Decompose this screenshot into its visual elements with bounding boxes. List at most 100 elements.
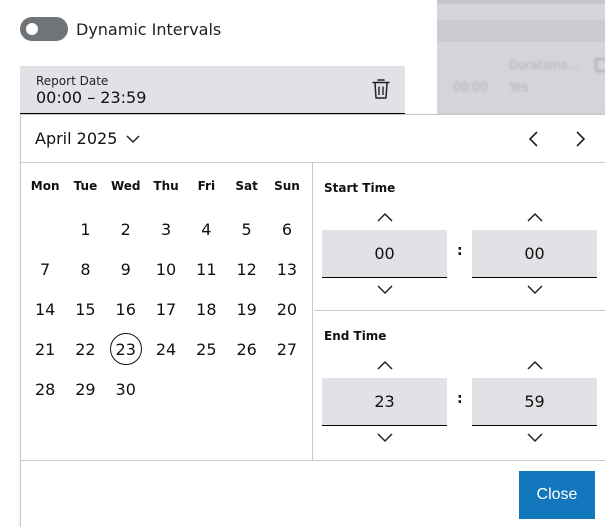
day-cell[interactable]: 3 xyxy=(146,209,186,249)
day-number: 23 xyxy=(109,333,142,365)
day-number: 17 xyxy=(155,299,177,319)
day-number: 15 xyxy=(75,299,96,319)
day-number: 7 xyxy=(40,259,51,279)
end-time-title: End Time xyxy=(324,329,387,343)
day-cell[interactable]: 1 xyxy=(65,209,105,249)
chevron-up-icon[interactable] xyxy=(376,211,394,223)
dynamic-intervals-label: Dynamic Intervals xyxy=(76,19,222,39)
day-cell[interactable]: 12 xyxy=(226,249,266,289)
day-number: 24 xyxy=(155,339,177,359)
chevron-down-icon[interactable] xyxy=(526,284,544,296)
day-number: 5 xyxy=(241,219,252,239)
trash-icon[interactable] xyxy=(371,78,391,100)
day-cell[interactable]: 18 xyxy=(186,289,226,329)
day-cell[interactable]: 15 xyxy=(65,289,105,329)
day-cell[interactable]: 4 xyxy=(186,209,226,249)
chevron-up-icon[interactable] xyxy=(526,211,544,223)
end-time-separator: : xyxy=(457,391,463,407)
picker-footer: Close xyxy=(21,460,605,527)
start-time-separator: : xyxy=(457,243,463,259)
day-number: 30 xyxy=(115,379,136,399)
day-number: 6 xyxy=(281,219,293,239)
weekday-label: Tue xyxy=(73,179,98,193)
date-time-picker: April 2025 Mon Tue Wed Thu Fri Sat Sun 1234567… xyxy=(20,114,605,527)
day-cell[interactable]: 11 xyxy=(186,249,226,289)
day-number: 29 xyxy=(75,379,96,399)
report-date-label: Report Date xyxy=(36,74,109,88)
dynamic-intervals-toggle[interactable] xyxy=(20,17,68,41)
day-cell[interactable]: 10 xyxy=(146,249,186,289)
day-cell[interactable]: 21 xyxy=(25,329,65,369)
day-number: 11 xyxy=(196,259,217,279)
background-cell-value: Yes xyxy=(509,80,529,94)
day-cell[interactable]: 19 xyxy=(226,289,266,329)
day-grid: 1 2 3 4 5 6 7 8 9 10 11 12 13 14 15 16 17 18 19 20 21 22 23 24 2… xyxy=(25,209,307,409)
day-number: 3 xyxy=(160,219,172,239)
start-time-title: Start Time xyxy=(324,181,396,195)
day-number: 10 xyxy=(155,259,177,279)
chevron-right-icon xyxy=(576,131,586,147)
day-cell[interactable]: 26 xyxy=(226,329,266,369)
day-number: 25 xyxy=(196,339,217,359)
day-cell[interactable]: 16 xyxy=(106,289,146,329)
weekday-header: Mon Tue Wed Thu Fri Sat Sun xyxy=(25,179,307,197)
day-cell[interactable]: 13 xyxy=(267,249,307,289)
background-page: Durations... 00:00 Yes xyxy=(437,0,605,115)
day-number: 18 xyxy=(196,299,217,319)
day-number: 9 xyxy=(120,259,131,279)
next-month-button[interactable] xyxy=(569,127,593,151)
day-cell[interactable]: 28 xyxy=(25,369,65,409)
day-number: 20 xyxy=(276,299,298,319)
day-cell[interactable]: 2 xyxy=(106,209,146,249)
day-cell[interactable]: 7 xyxy=(25,249,65,289)
background-column-header: Durations... xyxy=(509,58,579,72)
end-minute-field[interactable]: 59 xyxy=(472,378,597,426)
day-cell[interactable]: 5 xyxy=(226,209,266,249)
start-minute-field[interactable]: 00 xyxy=(472,230,597,278)
background-cell-time: 00:00 xyxy=(453,80,488,94)
chevron-down-icon[interactable] xyxy=(526,432,544,444)
day-number: 1 xyxy=(80,219,91,239)
chevron-up-icon[interactable] xyxy=(526,359,544,371)
day-cell[interactable]: 22 xyxy=(65,329,105,369)
day-number: 26 xyxy=(236,339,257,359)
day-cell[interactable]: 14 xyxy=(25,289,65,329)
chevron-down-icon[interactable] xyxy=(376,432,394,444)
day-cell[interactable]: 25 xyxy=(186,329,226,369)
chevron-left-icon xyxy=(528,131,538,147)
previous-month-button[interactable] xyxy=(521,127,545,151)
day-cell-today[interactable]: 23 xyxy=(106,329,146,369)
day-number: 8 xyxy=(80,259,91,279)
start-hour-field[interactable]: 00 xyxy=(322,230,447,278)
day-cell[interactable]: 17 xyxy=(146,289,186,329)
weekday-label: Wed xyxy=(110,179,141,193)
end-time-block: End Time 23 : 59 xyxy=(314,311,605,460)
day-cell[interactable]: 20 xyxy=(267,289,307,329)
day-number: 2 xyxy=(120,219,131,239)
day-cell[interactable]: 6 xyxy=(267,209,307,249)
close-button[interactable]: Close xyxy=(519,471,595,519)
day-cell[interactable]: 27 xyxy=(267,329,307,369)
day-number: 14 xyxy=(34,299,56,319)
month-select-button[interactable]: April 2025 xyxy=(35,129,141,148)
start-time-block: Start Time 00 : 00 xyxy=(314,163,605,311)
end-hour-field[interactable]: 23 xyxy=(322,378,447,426)
background-checkbox xyxy=(595,58,605,72)
chevron-up-icon[interactable] xyxy=(376,359,394,371)
day-cell[interactable]: 24 xyxy=(146,329,186,369)
day-cell[interactable]: 29 xyxy=(65,369,105,409)
day-blank xyxy=(25,209,65,249)
day-number: 22 xyxy=(75,339,96,359)
day-number: 19 xyxy=(236,299,257,319)
weekday-label: Fri xyxy=(197,179,216,193)
chevron-down-icon[interactable] xyxy=(376,284,394,296)
day-number: 28 xyxy=(34,379,56,399)
day-number: 27 xyxy=(276,339,298,359)
day-cell[interactable]: 30 xyxy=(106,369,146,409)
day-cell[interactable]: 9 xyxy=(106,249,146,289)
report-date-field[interactable]: Report Date 00:00 – 23:59 xyxy=(20,66,405,114)
day-cell[interactable]: 8 xyxy=(65,249,105,289)
day-number: 12 xyxy=(236,259,257,279)
report-date-value: 00:00 – 23:59 xyxy=(36,88,147,107)
day-number: 13 xyxy=(276,259,298,279)
